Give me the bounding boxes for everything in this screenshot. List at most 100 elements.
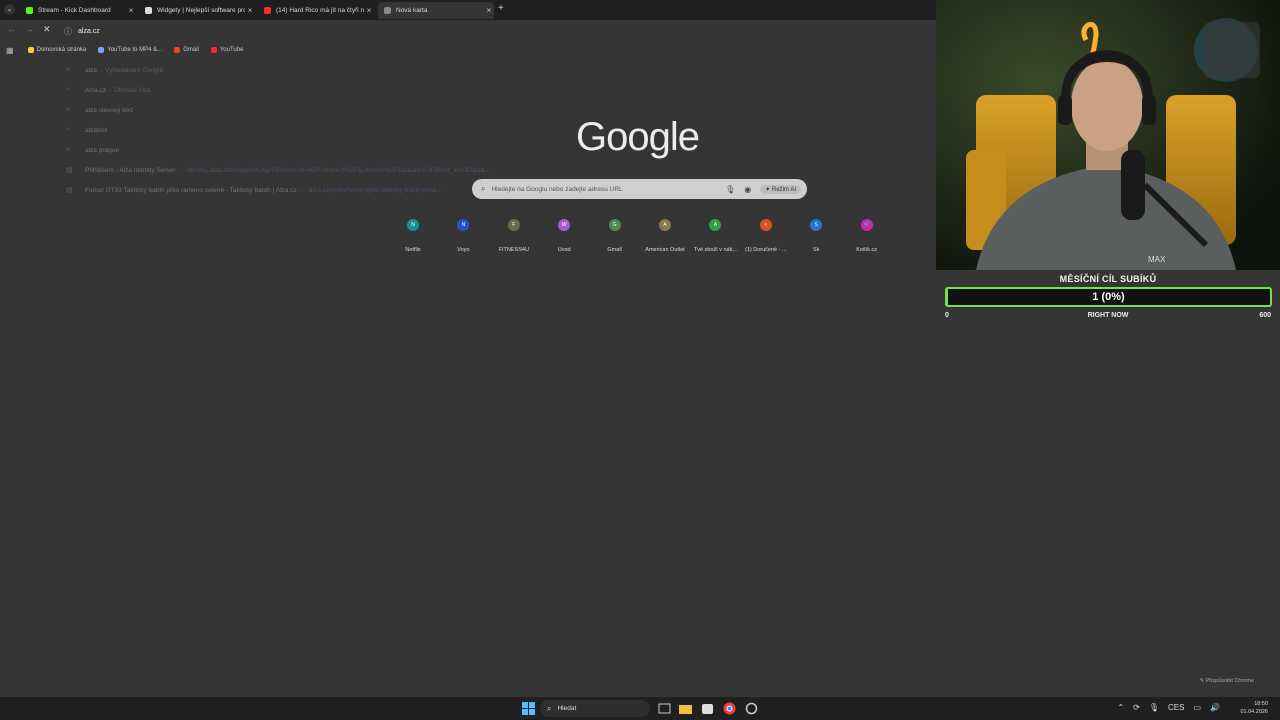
stop-loading-icon[interactable]: ✕ — [43, 24, 51, 35]
suggestion-text: alza — [85, 66, 97, 74]
shortcut-tile[interactable]: A Tvé zboží v nák... — [690, 219, 740, 253]
shortcut-label: Tvé zboží v nák... — [693, 247, 737, 253]
shortcut-tile[interactable]: N Voyo — [438, 219, 488, 253]
search-placeholder: Hledejte na Googlu nebo zadejte adresu U… — [491, 185, 623, 193]
bookmark-youtube-mp4[interactable]: YouTube to MP4 &... — [98, 47, 162, 53]
shortcut-tile[interactable]: F FITNESS4U — [489, 219, 539, 253]
bookmark-icon — [27, 47, 34, 53]
ai-mode-button[interactable]: ✦ Režim AI — [760, 184, 801, 194]
suggestion-extra: - — [179, 166, 182, 174]
windows-start-icon[interactable] — [522, 702, 535, 715]
svg-text:MAX: MAX — [1148, 255, 1166, 264]
site-info-icon[interactable]: ⓘ — [64, 26, 72, 37]
shortcut-favicon-icon: W — [558, 219, 571, 231]
shortcut-tile[interactable]: A American Outlet — [640, 219, 690, 253]
bookmark-home[interactable]: Domovská stránka — [27, 47, 86, 53]
settings-gear-icon[interactable] — [745, 702, 758, 715]
suggestion-text: Forcer GT93 Taktický batoh přes rameno c… — [85, 186, 297, 194]
task-view-icon[interactable] — [658, 702, 671, 715]
suggestion-url: identity.alza.cz/Account/Login?ReturnUrl… — [187, 166, 490, 174]
shortcut-favicon-icon: G — [608, 219, 621, 231]
close-tab-icon[interactable]: × — [245, 6, 255, 15]
shortcut-label: American Outlet — [645, 247, 685, 253]
tab-youtube-video[interactable]: (14) Hard Rico má jít na čtyři n... × — [258, 2, 374, 19]
suggestion-item[interactable]: ⌕ alza - Vyhledávání Google — [56, 60, 936, 80]
taskbar-clock[interactable]: 18:50 01.04.2026 — [1240, 700, 1268, 716]
suggestion-text: Alza.cz — [85, 86, 106, 94]
address-bar[interactable]: ⓘ alza.cz — [58, 24, 936, 39]
suggestion-text: alza slevový kód — [85, 106, 133, 114]
shortcut-tile[interactable]: G Gmail — [590, 219, 640, 253]
apps-grid-icon[interactable]: ▦ — [6, 46, 14, 55]
sync-icon[interactable]: ⟳ — [1133, 703, 1140, 712]
goal-title: MĚSÍČNÍ CÍL SUBÍKŮ — [1059, 274, 1157, 284]
suggestion-item[interactable]: ⌕ Alza.cz - Obchod Alza — [56, 80, 936, 100]
bookmark-gmail[interactable]: Gmail — [174, 47, 199, 53]
suggestion-item[interactable]: ⌕ alzabox — [56, 120, 936, 140]
shortcut-favicon-icon: A — [709, 219, 722, 231]
suggestion-url: alza.cz/sport/forcer-gt93-takticky-batoh… — [308, 186, 442, 194]
new-tab-favicon-icon — [384, 7, 391, 14]
microphone-icon[interactable]: 🎙 — [725, 185, 735, 194]
back-arrow-icon[interactable]: ← — [7, 24, 16, 34]
close-tab-icon[interactable]: × — [484, 6, 494, 15]
suggestion-item[interactable]: ▤ Přihlášení - Alza Identity Server - ident… — [56, 160, 936, 180]
microphone-icon[interactable]: 🎙 — [1149, 703, 1159, 712]
shortcut-label: Netflix — [405, 247, 421, 253]
chevron-up-icon[interactable]: ⌃ — [1117, 703, 1124, 712]
shortcut-label: Sk — [812, 247, 820, 253]
search-icon: ⌕ — [66, 146, 70, 153]
shortcut-favicon-icon: F — [507, 219, 520, 231]
shortcut-label: FITNESS4U — [498, 247, 529, 253]
store-icon[interactable] — [701, 702, 714, 715]
language-indicator[interactable]: CES — [1168, 703, 1184, 712]
volume-icon[interactable]: 🔊 — [1210, 703, 1220, 712]
suggestion-item[interactable]: ⌕ alza slevový kód — [56, 100, 936, 120]
browser-window: ⌄ Stream - Kick Dashboard × Widgety | Ne… — [0, 0, 936, 697]
shortcut-favicon-icon: S — [810, 219, 823, 231]
close-tab-icon[interactable]: × — [126, 6, 136, 15]
customize-chrome-button[interactable]: ✎ Přizpůsobit Chrome — [1200, 678, 1254, 684]
tab-search-menu-icon[interactable]: ⌄ — [4, 4, 15, 15]
webcam-overlay: MAX — [936, 0, 1280, 270]
goal-max: 600 — [1259, 312, 1271, 319]
shortcut-tile[interactable]: W Úvod — [539, 219, 589, 253]
new-tab-plus-icon[interactable]: + — [498, 4, 504, 14]
tab-kick-dashboard[interactable]: Stream - Kick Dashboard × — [20, 2, 136, 19]
shortcut-label: (1) Doručené - ... — [745, 247, 787, 253]
shortcut-label: Košík.cz — [856, 247, 877, 253]
search-icon: ⌕ — [66, 126, 70, 133]
forward-arrow-icon[interactable]: → — [25, 24, 34, 34]
goal-progress-bar: 1 (0%) — [945, 287, 1272, 307]
sub-goal-widget: MĚSÍČNÍ CÍL SUBÍKŮ 1 (0%) 0 RIGHT NOW 60… — [936, 270, 1280, 330]
search-icon: ⌕ — [547, 703, 552, 713]
file-explorer-icon[interactable] — [679, 702, 692, 715]
goal-value: 1 (0%) — [1092, 291, 1125, 303]
shortcut-tile[interactable]: 🛒 Košík.cz — [842, 219, 892, 253]
suggestion-extra: - — [300, 186, 303, 194]
bookmark-youtube[interactable]: YouTube — [210, 47, 243, 53]
address-bar-value: alza.cz — [78, 28, 100, 35]
shortcut-tile[interactable]: S Sk — [791, 219, 841, 253]
suggestion-item[interactable]: ⌕ alza prague — [56, 140, 936, 160]
shortcut-label: Gmail — [607, 247, 622, 253]
google-logo: Google — [576, 115, 700, 159]
kick-favicon-icon — [26, 7, 33, 14]
tab-bar: ⌄ Stream - Kick Dashboard × Widgety | Ne… — [0, 0, 936, 20]
shortcut-favicon-icon: < — [759, 219, 772, 231]
newtab-search-box[interactable]: ⌕ Hledejte na Googlu nebo zadejte adresu… — [472, 179, 807, 199]
shortcut-label: Voyo — [457, 247, 470, 253]
history-icon: ▤ — [66, 167, 73, 174]
tab-new-tab[interactable]: Nová karta × — [378, 2, 494, 19]
taskbar-search[interactable]: ⌕ Hledat — [540, 700, 650, 717]
close-tab-icon[interactable]: × — [364, 6, 374, 15]
monitor-icon[interactable]: ▭ — [1193, 703, 1201, 712]
lens-camera-icon[interactable]: ◉ — [744, 185, 751, 194]
widgety-favicon-icon — [145, 7, 152, 14]
shortcut-tile[interactable]: < (1) Doručené - ... — [741, 219, 791, 253]
shortcut-favicon-icon: N — [407, 219, 419, 231]
tab-widgety[interactable]: Widgety | Nejlepší software pro... × — [139, 2, 255, 19]
chrome-icon[interactable] — [723, 702, 736, 715]
shortcut-tile[interactable]: N Netflix — [388, 219, 438, 253]
shortcut-favicon-icon: N — [457, 219, 470, 231]
